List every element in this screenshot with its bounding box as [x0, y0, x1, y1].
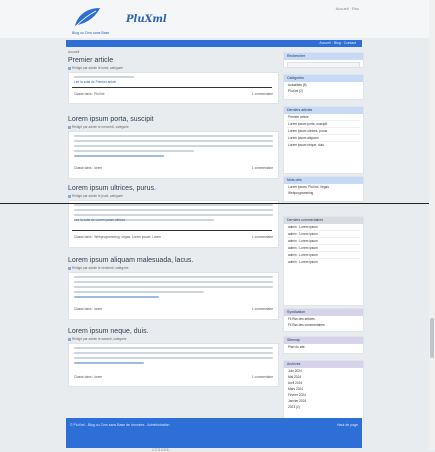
post-excerpt: Classé dans : lorem 1 commentaire — [68, 343, 279, 387]
horizontal-rule — [0, 203, 429, 204]
calendar-icon — [68, 266, 71, 270]
post-footer: Classé dans : Webprogramming, Vegas, Lor… — [74, 235, 273, 239]
widget-title: Mots clés — [284, 177, 363, 184]
post-comments-link[interactable]: 1 commentaire — [252, 235, 273, 239]
post-meta: Rédigé par admin le mercredi, catégorie — [68, 125, 129, 129]
calendar-icon — [68, 194, 71, 198]
rss-link[interactable]: Fil Rss des commentaires — [284, 322, 363, 328]
post-excerpt: Classé dans : lorem 1 commentaire — [68, 272, 279, 320]
archives-widget: Archives Juin 2024 Mai 2024 Avril 2024 M… — [283, 360, 364, 420]
site-footer: © PluXml - Blog ou Cms sans Base de donn… — [66, 418, 362, 448]
post-title[interactable]: Lorem ipsum neque, duis. — [68, 328, 149, 335]
recent-comments-widget: Derniers commentaires admin : Lorem ipsu… — [283, 216, 364, 306]
post-item: Lorem ipsum neque, duis. Rédigé par admi… — [66, 328, 279, 398]
recent-posts-widget: Derniers articles Premier article Lorem … — [283, 106, 364, 174]
widget-title: Catégories — [284, 75, 363, 82]
post-tags[interactable]: Classé dans : Webprogramming, Vegas, Lor… — [74, 235, 161, 239]
recent-post-link[interactable]: Lorem ipsum neque, duis. — [284, 142, 363, 148]
post-comments-link[interactable]: 1 commentaire — [252, 307, 273, 311]
post-meta: Rédigé par admin le jeudi, catégorie — [68, 194, 123, 198]
post-excerpt: Lire la suite de Lorem ipsum ultrices Cl… — [68, 200, 279, 248]
read-more-link[interactable]: Lire la suite de Premier article — [74, 80, 116, 84]
category-link[interactable]: PluXml (2) — [284, 88, 363, 94]
syndication-widget: Syndication Fil Rss des articles Fil Rss… — [283, 308, 364, 332]
post-comments-link[interactable]: 1 commentaire — [252, 375, 273, 379]
post-footer: Classé dans : lorem 1 commentaire — [74, 375, 273, 379]
post-footer: Classé dans : PluXml 1 commentaire — [74, 92, 273, 96]
post-item: Premier article Rédigé par admin le lund… — [66, 57, 279, 107]
read-more-link[interactable]: Lire la suite de Lorem ipsum ultrices — [74, 218, 125, 222]
post-tags[interactable]: Classé dans : lorem — [74, 166, 102, 170]
archive-link[interactable]: 2023 (2) — [284, 404, 363, 410]
calendar-icon — [68, 125, 71, 129]
sitemap-widget: Sitemap Plan du site — [283, 336, 364, 354]
tags-widget: Mots clés Lorem ipsum, PluXml, Vegas Web… — [283, 176, 364, 202]
post-item: Lorem ipsum ultrices, purus. Rédigé par … — [66, 185, 279, 255]
post-meta: Rédigé par admin le vendredi, catégorie — [68, 266, 129, 270]
pagination[interactable]: 1 2 3 4 5 6 — [152, 448, 169, 452]
top-links[interactable]: Accueil · Rss — [336, 6, 359, 11]
widget-title: Sitemap — [284, 337, 363, 344]
search-widget: Rechercher — [283, 52, 364, 68]
nav-links[interactable]: Accueil · Blog · Contact — [319, 41, 356, 45]
post-meta: Rédigé par admin le lundi, catégorie — [68, 66, 123, 70]
sitemap-link[interactable]: Plan du site — [284, 344, 363, 350]
comment-link[interactable]: admin : Lorem ipsum — [284, 259, 363, 265]
main-navbar: Accueil · Blog · Contact — [66, 40, 362, 47]
site-header: Accueil · Rss Blog ou Cms sans Base PluX… — [0, 0, 435, 38]
post-tags[interactable]: Classé dans : PluXml — [74, 92, 104, 96]
categories-widget: Catégories Actualités (5) PluXml (2) — [283, 74, 364, 100]
post-item: Lorem ipsum aliquam malesuada, lacus. Ré… — [66, 257, 279, 327]
footer-credits[interactable]: © PluXml - Blog ou Cms sans Base de donn… — [70, 423, 169, 427]
post-title[interactable]: Lorem ipsum ultrices, purus. — [68, 185, 156, 192]
post-footer: Classé dans : lorem 1 commentaire — [74, 166, 273, 170]
breadcrumb[interactable]: Accueil — [68, 50, 79, 54]
main-content: Accueil Premier article Rédigé par admin… — [66, 48, 279, 452]
post-comments-link[interactable]: 1 commentaire — [252, 166, 273, 170]
back-to-top-link[interactable]: Haut de page — [337, 423, 358, 427]
post-comments-link[interactable]: 1 commentaire — [252, 92, 273, 96]
post-tags[interactable]: Classé dans : lorem — [74, 307, 102, 311]
site-tagline: Blog ou Cms sans Base — [72, 31, 110, 35]
site-brand[interactable]: PluXml — [126, 14, 167, 25]
post-item: Lorem ipsum porta, suscipit Rédigé par a… — [66, 116, 279, 186]
post-title[interactable]: Premier article — [68, 57, 113, 64]
scrollbar[interactable] — [429, 0, 435, 450]
post-tags[interactable]: Classé dans : lorem — [74, 375, 102, 379]
widget-title: Rechercher — [284, 53, 363, 60]
leaf-logo-icon[interactable] — [72, 6, 102, 28]
post-divider — [72, 230, 272, 231]
post-title[interactable]: Lorem ipsum porta, suscipit — [68, 116, 154, 123]
widget-title: Archives — [284, 361, 363, 368]
tag-link[interactable]: Webprogramming — [284, 190, 363, 196]
widget-title: Syndication — [284, 309, 363, 316]
post-meta: Rédigé par admin le samedi, catégorie — [68, 337, 127, 341]
calendar-icon — [68, 337, 71, 341]
post-footer: Classé dans : lorem 1 commentaire — [74, 307, 273, 311]
widget-title: Derniers articles — [284, 107, 363, 114]
post-title[interactable]: Lorem ipsum aliquam malesuada, lacus. — [68, 257, 193, 264]
post-divider — [72, 87, 272, 88]
post-excerpt: Classé dans : lorem 1 commentaire — [68, 131, 279, 179]
calendar-icon — [68, 66, 71, 70]
scrollbar-thumb[interactable] — [430, 318, 434, 358]
search-input[interactable] — [287, 62, 360, 68]
widget-title: Derniers commentaires — [284, 217, 363, 224]
post-excerpt: Lire la suite de Premier article Classé … — [68, 72, 279, 104]
